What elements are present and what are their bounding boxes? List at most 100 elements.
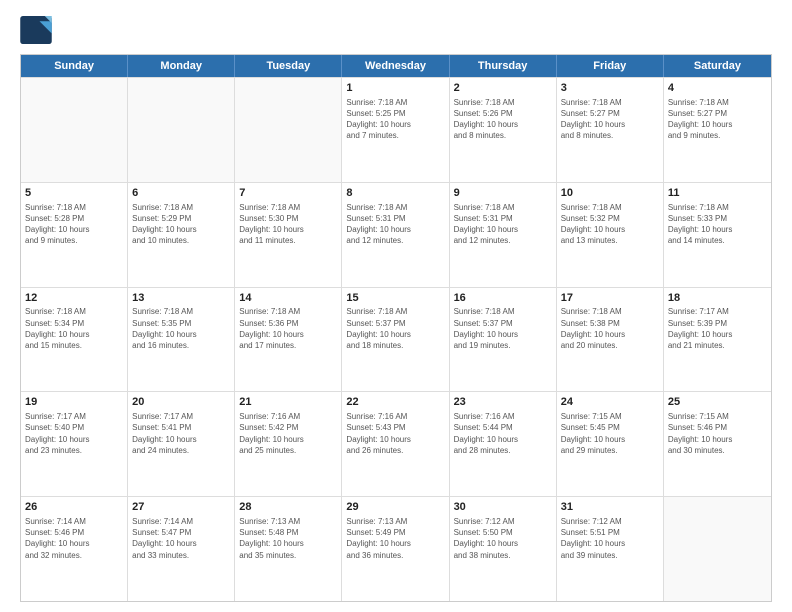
day-info: Sunrise: 7:14 AM Sunset: 5:47 PM Dayligh… <box>132 516 230 561</box>
day-info: Sunrise: 7:18 AM Sunset: 5:27 PM Dayligh… <box>561 97 659 142</box>
calendar-row: 1Sunrise: 7:18 AM Sunset: 5:25 PM Daylig… <box>21 77 771 182</box>
day-cell: 20Sunrise: 7:17 AM Sunset: 5:41 PM Dayli… <box>128 392 235 496</box>
calendar-body: 1Sunrise: 7:18 AM Sunset: 5:25 PM Daylig… <box>21 77 771 601</box>
day-number: 19 <box>25 395 123 410</box>
day-cell: 28Sunrise: 7:13 AM Sunset: 5:48 PM Dayli… <box>235 497 342 601</box>
weekday-header: Tuesday <box>235 55 342 77</box>
day-number: 24 <box>561 395 659 410</box>
empty-cell <box>664 497 771 601</box>
day-number: 8 <box>346 186 444 201</box>
day-cell: 23Sunrise: 7:16 AM Sunset: 5:44 PM Dayli… <box>450 392 557 496</box>
day-cell: 16Sunrise: 7:18 AM Sunset: 5:37 PM Dayli… <box>450 288 557 392</box>
day-number: 26 <box>25 500 123 515</box>
day-info: Sunrise: 7:18 AM Sunset: 5:28 PM Dayligh… <box>25 202 123 247</box>
day-number: 30 <box>454 500 552 515</box>
day-cell: 13Sunrise: 7:18 AM Sunset: 5:35 PM Dayli… <box>128 288 235 392</box>
day-cell: 2Sunrise: 7:18 AM Sunset: 5:26 PM Daylig… <box>450 78 557 182</box>
logo <box>20 16 56 44</box>
day-number: 29 <box>346 500 444 515</box>
day-number: 14 <box>239 291 337 306</box>
day-number: 13 <box>132 291 230 306</box>
day-cell: 19Sunrise: 7:17 AM Sunset: 5:40 PM Dayli… <box>21 392 128 496</box>
day-info: Sunrise: 7:18 AM Sunset: 5:38 PM Dayligh… <box>561 306 659 351</box>
empty-cell <box>21 78 128 182</box>
day-info: Sunrise: 7:18 AM Sunset: 5:27 PM Dayligh… <box>668 97 767 142</box>
day-number: 15 <box>346 291 444 306</box>
day-number: 21 <box>239 395 337 410</box>
day-info: Sunrise: 7:18 AM Sunset: 5:33 PM Dayligh… <box>668 202 767 247</box>
day-info: Sunrise: 7:15 AM Sunset: 5:46 PM Dayligh… <box>668 411 767 456</box>
day-info: Sunrise: 7:17 AM Sunset: 5:39 PM Dayligh… <box>668 306 767 351</box>
day-info: Sunrise: 7:16 AM Sunset: 5:43 PM Dayligh… <box>346 411 444 456</box>
day-info: Sunrise: 7:16 AM Sunset: 5:44 PM Dayligh… <box>454 411 552 456</box>
weekday-header: Friday <box>557 55 664 77</box>
day-info: Sunrise: 7:18 AM Sunset: 5:31 PM Dayligh… <box>346 202 444 247</box>
day-cell: 4Sunrise: 7:18 AM Sunset: 5:27 PM Daylig… <box>664 78 771 182</box>
day-info: Sunrise: 7:18 AM Sunset: 5:35 PM Dayligh… <box>132 306 230 351</box>
day-cell: 25Sunrise: 7:15 AM Sunset: 5:46 PM Dayli… <box>664 392 771 496</box>
day-number: 22 <box>346 395 444 410</box>
calendar-row: 26Sunrise: 7:14 AM Sunset: 5:46 PM Dayli… <box>21 496 771 601</box>
day-number: 31 <box>561 500 659 515</box>
day-info: Sunrise: 7:18 AM Sunset: 5:36 PM Dayligh… <box>239 306 337 351</box>
weekday-header: Monday <box>128 55 235 77</box>
day-number: 23 <box>454 395 552 410</box>
day-info: Sunrise: 7:18 AM Sunset: 5:26 PM Dayligh… <box>454 97 552 142</box>
day-info: Sunrise: 7:18 AM Sunset: 5:30 PM Dayligh… <box>239 202 337 247</box>
day-cell: 15Sunrise: 7:18 AM Sunset: 5:37 PM Dayli… <box>342 288 449 392</box>
empty-cell <box>235 78 342 182</box>
day-cell: 7Sunrise: 7:18 AM Sunset: 5:30 PM Daylig… <box>235 183 342 287</box>
day-info: Sunrise: 7:18 AM Sunset: 5:37 PM Dayligh… <box>346 306 444 351</box>
day-number: 18 <box>668 291 767 306</box>
day-number: 3 <box>561 81 659 96</box>
day-number: 5 <box>25 186 123 201</box>
day-number: 25 <box>668 395 767 410</box>
day-cell: 5Sunrise: 7:18 AM Sunset: 5:28 PM Daylig… <box>21 183 128 287</box>
calendar-row: 12Sunrise: 7:18 AM Sunset: 5:34 PM Dayli… <box>21 287 771 392</box>
weekday-header: Sunday <box>21 55 128 77</box>
day-info: Sunrise: 7:18 AM Sunset: 5:32 PM Dayligh… <box>561 202 659 247</box>
day-number: 2 <box>454 81 552 96</box>
day-cell: 30Sunrise: 7:12 AM Sunset: 5:50 PM Dayli… <box>450 497 557 601</box>
day-cell: 14Sunrise: 7:18 AM Sunset: 5:36 PM Dayli… <box>235 288 342 392</box>
empty-cell <box>128 78 235 182</box>
day-info: Sunrise: 7:18 AM Sunset: 5:25 PM Dayligh… <box>346 97 444 142</box>
day-info: Sunrise: 7:16 AM Sunset: 5:42 PM Dayligh… <box>239 411 337 456</box>
day-cell: 1Sunrise: 7:18 AM Sunset: 5:25 PM Daylig… <box>342 78 449 182</box>
day-cell: 6Sunrise: 7:18 AM Sunset: 5:29 PM Daylig… <box>128 183 235 287</box>
page: SundayMondayTuesdayWednesdayThursdayFrid… <box>0 0 792 612</box>
day-info: Sunrise: 7:17 AM Sunset: 5:40 PM Dayligh… <box>25 411 123 456</box>
day-info: Sunrise: 7:12 AM Sunset: 5:50 PM Dayligh… <box>454 516 552 561</box>
calendar-header-row: SundayMondayTuesdayWednesdayThursdayFrid… <box>21 55 771 77</box>
day-cell: 24Sunrise: 7:15 AM Sunset: 5:45 PM Dayli… <box>557 392 664 496</box>
day-number: 20 <box>132 395 230 410</box>
day-info: Sunrise: 7:18 AM Sunset: 5:31 PM Dayligh… <box>454 202 552 247</box>
day-cell: 21Sunrise: 7:16 AM Sunset: 5:42 PM Dayli… <box>235 392 342 496</box>
day-info: Sunrise: 7:13 AM Sunset: 5:48 PM Dayligh… <box>239 516 337 561</box>
day-number: 27 <box>132 500 230 515</box>
day-number: 28 <box>239 500 337 515</box>
day-number: 10 <box>561 186 659 201</box>
header <box>20 16 772 44</box>
day-info: Sunrise: 7:12 AM Sunset: 5:51 PM Dayligh… <box>561 516 659 561</box>
day-info: Sunrise: 7:17 AM Sunset: 5:41 PM Dayligh… <box>132 411 230 456</box>
day-cell: 26Sunrise: 7:14 AM Sunset: 5:46 PM Dayli… <box>21 497 128 601</box>
day-cell: 17Sunrise: 7:18 AM Sunset: 5:38 PM Dayli… <box>557 288 664 392</box>
day-number: 7 <box>239 186 337 201</box>
weekday-header: Wednesday <box>342 55 449 77</box>
day-number: 4 <box>668 81 767 96</box>
day-number: 12 <box>25 291 123 306</box>
day-cell: 8Sunrise: 7:18 AM Sunset: 5:31 PM Daylig… <box>342 183 449 287</box>
day-number: 17 <box>561 291 659 306</box>
day-cell: 10Sunrise: 7:18 AM Sunset: 5:32 PM Dayli… <box>557 183 664 287</box>
day-cell: 11Sunrise: 7:18 AM Sunset: 5:33 PM Dayli… <box>664 183 771 287</box>
calendar-row: 19Sunrise: 7:17 AM Sunset: 5:40 PM Dayli… <box>21 391 771 496</box>
day-info: Sunrise: 7:13 AM Sunset: 5:49 PM Dayligh… <box>346 516 444 561</box>
day-info: Sunrise: 7:18 AM Sunset: 5:29 PM Dayligh… <box>132 202 230 247</box>
calendar: SundayMondayTuesdayWednesdayThursdayFrid… <box>20 54 772 602</box>
day-number: 6 <box>132 186 230 201</box>
day-cell: 12Sunrise: 7:18 AM Sunset: 5:34 PM Dayli… <box>21 288 128 392</box>
day-info: Sunrise: 7:15 AM Sunset: 5:45 PM Dayligh… <box>561 411 659 456</box>
day-cell: 29Sunrise: 7:13 AM Sunset: 5:49 PM Dayli… <box>342 497 449 601</box>
day-info: Sunrise: 7:18 AM Sunset: 5:34 PM Dayligh… <box>25 306 123 351</box>
